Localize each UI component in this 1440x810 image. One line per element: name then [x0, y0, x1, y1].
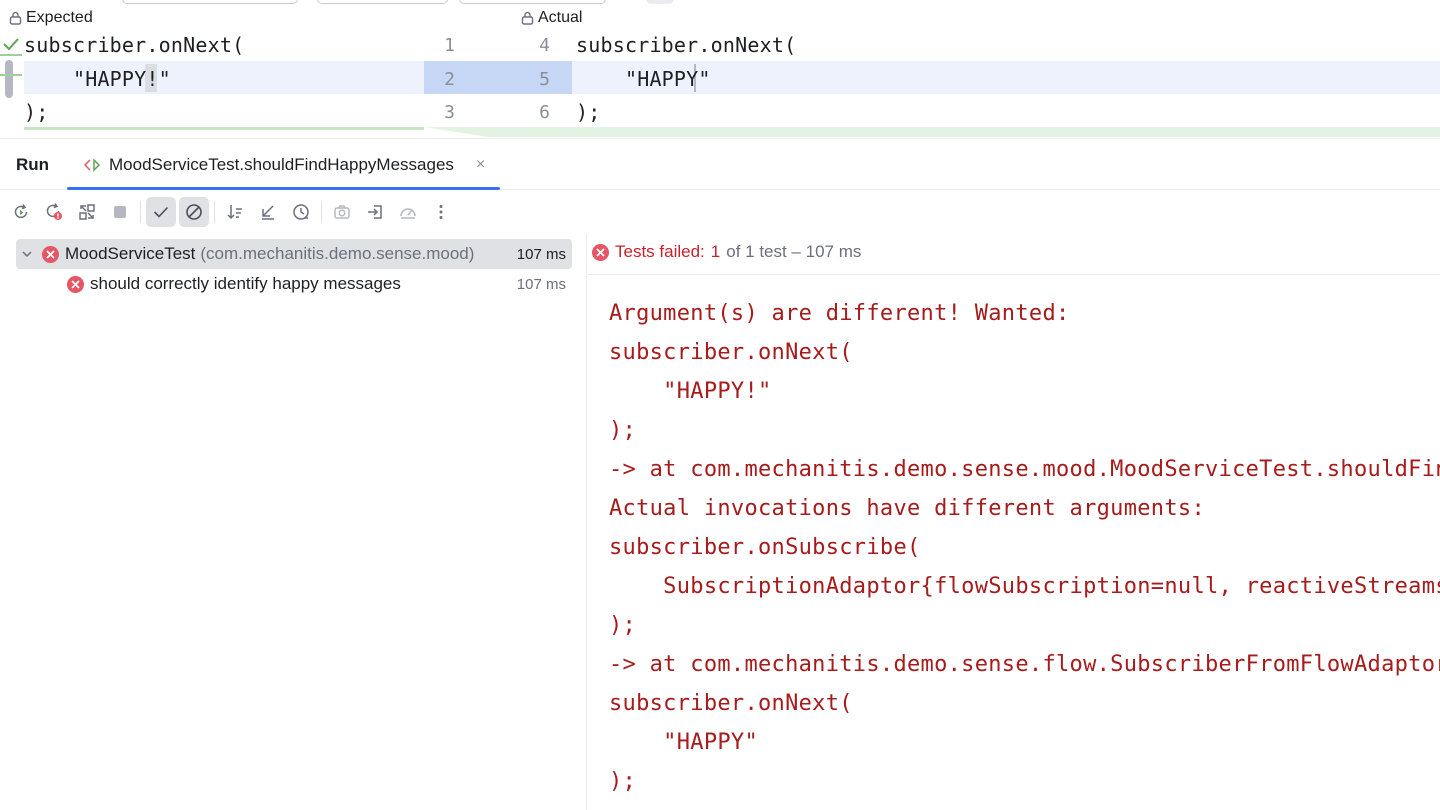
- rerun-failed-icon: [46, 203, 62, 220]
- console-line[interactable]: -> at com.mechanitis.demo.sense.flow.Sub…: [609, 645, 1440, 684]
- clock-icon: [293, 204, 309, 220]
- actual-label: Actual: [538, 9, 583, 26]
- console-line: subscriber.onSubscribe(: [609, 535, 921, 560]
- more-vertical-icon: [439, 205, 443, 219]
- sort-icon: [227, 205, 242, 220]
- console-line: "HAPPY!": [609, 379, 772, 404]
- diff-toolbar-dropdown[interactable]: [317, 0, 448, 4]
- tree-test-row[interactable]: should correctly identify happy messages…: [16, 269, 572, 299]
- console-line: );: [609, 613, 637, 638]
- line-number: 6: [539, 102, 550, 123]
- tab-label: MoodServiceTest.shouldFindHappyMessages: [109, 154, 454, 174]
- console-output[interactable]: Argument(s) are different! Wanted: subsc…: [609, 294, 1440, 801]
- check-icon: [3, 38, 19, 51]
- expected-header: Expected: [9, 9, 93, 27]
- check-icon: [153, 206, 169, 218]
- rerun-button[interactable]: [6, 197, 36, 227]
- line-number: 4: [539, 35, 550, 56]
- chevron-down-icon[interactable]: [20, 247, 34, 261]
- change-marker: [0, 74, 22, 76]
- actual-code-line[interactable]: "HAPPY": [576, 67, 711, 91]
- expected-code-line[interactable]: );: [24, 100, 48, 124]
- console-line: Argument(s) are different! Wanted:: [609, 301, 1070, 326]
- change-bar: [24, 127, 424, 130]
- diff-toolbar-dropdown[interactable]: [122, 0, 298, 4]
- error-icon: [67, 275, 84, 293]
- test-history-button[interactable]: [286, 197, 316, 227]
- collapse-all-button[interactable]: [253, 197, 283, 227]
- test-tree: MoodServiceTest (com.mechanitis.demo.sen…: [0, 234, 587, 810]
- screenshot-button[interactable]: [327, 197, 357, 227]
- divider: [588, 274, 1440, 275]
- line-number: 1: [444, 35, 455, 56]
- console-line[interactable]: -> at com.mechanitis.demo.sense.mood.Moo…: [609, 450, 1440, 489]
- console-line: Actual invocations have different argume…: [609, 496, 1205, 521]
- error-icon: [42, 245, 59, 263]
- toolbar-separator: [321, 201, 322, 223]
- expected-label: Expected: [26, 9, 93, 26]
- lock-icon: [9, 11, 22, 25]
- test-duration: 107 ms: [516, 275, 566, 293]
- stop-button[interactable]: [105, 197, 135, 227]
- console-line: );: [609, 769, 637, 794]
- test-name: should correctly identify happy messages: [90, 274, 401, 293]
- console-line: "HAPPY": [609, 730, 758, 755]
- suite-package: (com.mechanitis.demo.sense.mood): [200, 244, 475, 263]
- diff-scrollbar[interactable]: [5, 60, 13, 98]
- console-line: );: [609, 418, 637, 443]
- status-failed-count: 1: [710, 242, 721, 261]
- change-marker: [0, 54, 22, 56]
- ignored-icon: [186, 204, 202, 220]
- stop-icon: [114, 206, 126, 218]
- toggle-auto-test-button[interactable]: [72, 197, 102, 227]
- camera-icon: [334, 205, 350, 219]
- run-toolbar: [0, 191, 1440, 233]
- status-prefix: Tests failed:: [615, 242, 705, 261]
- more-options-button[interactable]: [426, 197, 456, 227]
- run-tool-window-header: Run MoodServiceTest.shouldFindHappyMessa…: [0, 138, 1440, 190]
- sort-button[interactable]: [220, 197, 250, 227]
- coverage-button[interactable]: [393, 197, 423, 227]
- line-number: 2: [444, 69, 455, 90]
- show-ignored-toggle[interactable]: [179, 197, 209, 227]
- suite-duration: 107 ms: [516, 245, 566, 263]
- import-tests-button[interactable]: [360, 197, 390, 227]
- line-number: 5: [539, 69, 550, 90]
- show-passed-toggle[interactable]: [146, 197, 176, 227]
- change-bar: [572, 127, 1440, 137]
- lock-icon: [521, 11, 534, 25]
- close-icon[interactable]: ×: [476, 156, 485, 174]
- diff-arrows-icon: [83, 157, 101, 172]
- status-summary: of 1 test – 107 ms: [726, 242, 862, 261]
- expected-code-line[interactable]: "HAPPY!": [24, 67, 171, 91]
- line-number: 3: [444, 102, 455, 123]
- test-console[interactable]: Tests failed: 1 of 1 test – 107 ms Argum…: [588, 234, 1440, 810]
- tab-mood-service-test[interactable]: MoodServiceTest.shouldFindHappyMessages …: [67, 139, 500, 190]
- diff-viewer: Expected Actual subscriber.onNext( "HAPP…: [0, 0, 1440, 137]
- auto-test-icon: [79, 204, 95, 220]
- rerun-failed-button[interactable]: [39, 197, 69, 227]
- tree-suite-row[interactable]: MoodServiceTest (com.mechanitis.demo.sen…: [16, 239, 572, 269]
- change-connector: [424, 127, 572, 137]
- diff-toolbar-dropdown[interactable]: [459, 0, 606, 4]
- console-line: SubscriptionAdaptor{flowSubscription=nul…: [663, 574, 1440, 599]
- rerun-icon: [14, 204, 28, 219]
- gauge-icon: [400, 208, 416, 219]
- console-line: subscriber.onNext(: [609, 340, 853, 365]
- diff-toolbar-button[interactable]: [646, 0, 674, 4]
- active-tab-indicator: [67, 187, 500, 190]
- actual-header: Actual: [521, 9, 582, 27]
- test-status-bar: Tests failed: 1 of 1 test – 107 ms: [592, 240, 861, 264]
- toolbar-separator: [140, 201, 141, 223]
- actual-code-line[interactable]: );: [576, 100, 600, 124]
- console-line: subscriber.onNext(: [609, 691, 853, 716]
- run-title: Run: [16, 155, 50, 174]
- import-icon: [368, 205, 382, 219]
- expected-code-line[interactable]: subscriber.onNext(: [24, 33, 244, 57]
- suite-name: MoodServiceTest: [65, 244, 196, 263]
- error-icon: [592, 243, 609, 261]
- toolbar-separator: [214, 201, 215, 223]
- actual-code-line[interactable]: subscriber.onNext(: [576, 33, 796, 57]
- collapse-icon: [262, 205, 274, 220]
